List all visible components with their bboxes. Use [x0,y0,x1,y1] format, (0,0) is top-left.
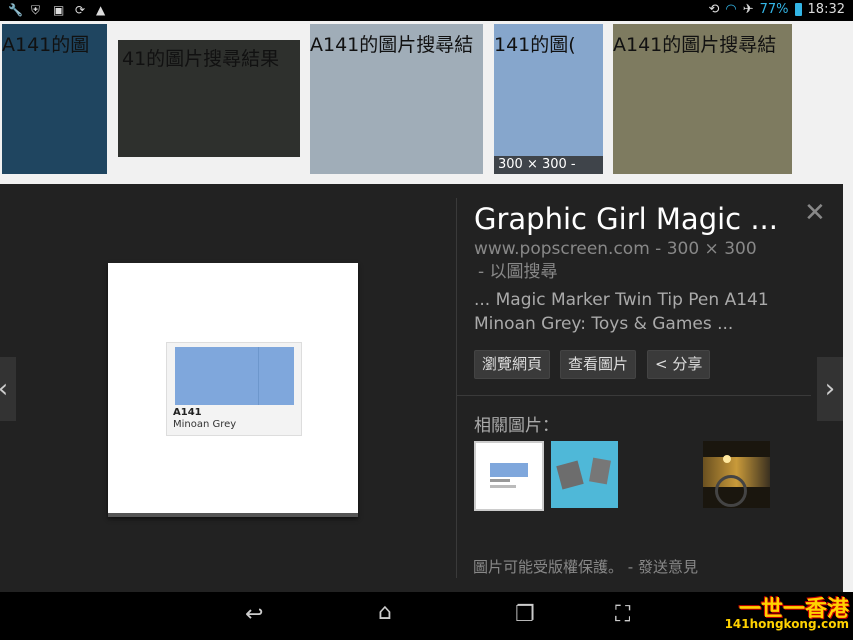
watermark-site: 141hongkong.com [724,617,849,631]
navigation-bar: ↩ ⌂ ❐ ⛶ 一世一香港 141hongkong.com [0,592,853,640]
thumbnail-label: 41的圖片搜尋結果 [122,48,280,70]
recent-apps-icon[interactable]: ❐ [515,602,535,627]
next-arrow-icon[interactable]: › [817,357,843,421]
battery-percent: 77% [759,2,789,17]
view-image-button[interactable]: 查看圖片 [560,350,637,379]
thumbnail-label: 141的圖( [494,34,576,56]
close-icon[interactable]: ✕ [804,198,826,228]
back-icon[interactable]: ↩ [245,602,263,627]
previous-arrow-icon[interactable]: ‹ [0,357,16,421]
image-icon: ▣ [53,3,65,17]
snippet-line: Minoan Grey: Toys & Games ... [474,314,734,334]
clock: 18:32 [807,2,845,17]
image-snippet: ... Magic Marker Twin Tip Pen A141 Minoa… [474,288,804,336]
divider [457,395,811,396]
color-swatch-card: A141 Minoan Grey [166,342,302,436]
shield-icon: ⛨ [31,3,41,17]
airplane-icon: ✈ [742,2,754,17]
rotation-lock-icon: ⟲ [708,2,720,17]
thumbnail-label: A141的圖片搜尋結 [310,34,474,56]
related-images-label: 相關圖片： [474,416,559,436]
home-icon[interactable]: ⌂ [378,600,392,625]
thumbnail-label: A141的圖片搜尋結 [613,34,777,56]
image-results-strip: A141的圖 41的圖片搜尋結果 A141的圖片搜尋結 141的圖( 300 ×… [0,21,853,184]
status-bar: 🔧 ⛨ ▣ ⟳ ▲ ⟲ ◠ ✈ 77% 18:32 [0,0,853,21]
result-thumbnail[interactable]: A141的圖片搜尋結 [613,24,792,174]
divider [456,198,457,578]
source-link[interactable]: www.popscreen.com - 300 × 300 [474,238,804,261]
panel-edge [843,184,853,592]
image-detail-panel: ‹ A141 Minoan Grey Graphic Girl Magic ..… [0,184,843,592]
image-title[interactable]: Graphic Girl Magic ... [474,202,778,236]
image-preview[interactable]: A141 Minoan Grey [108,263,358,517]
snippet-line: ... Magic Marker Twin Tip Pen A141 [474,290,769,310]
copyright-note[interactable]: 圖片可能受版權保護。 - 發送意見 [473,556,698,577]
color-swatch [175,347,294,405]
wifi-icon: ◠ [725,2,737,17]
battery-icon [794,3,802,16]
result-thumbnail[interactable]: A141的圖 [2,24,107,174]
warning-icon: ▲ [96,3,106,17]
swatch-code: A141 [173,407,202,418]
visit-page-button[interactable]: 瀏覽網頁 [474,350,551,379]
swatch-name: Minoan Grey [173,419,237,430]
search-by-image-link[interactable]: - 以圖搜尋 [474,261,804,284]
related-image[interactable] [551,441,618,508]
related-image[interactable] [703,441,770,508]
share-button[interactable]: < 分享 [647,350,711,379]
result-thumbnail[interactable]: 41的圖片搜尋結果 [118,40,300,157]
sync-icon: ⟳ [75,3,86,17]
thumbnail-label: A141的圖 [2,34,90,56]
screenshot-icon[interactable]: ⛶ [615,602,630,627]
related-image-selected[interactable] [474,441,544,511]
image-meta: www.popscreen.com - 300 × 300 - 以圖搜尋 [474,238,804,284]
result-thumbnail[interactable]: A141的圖片搜尋結 [310,24,483,174]
wrench-icon: 🔧 [8,3,23,17]
watermark-logo: 一世一香港 141hongkong.com [723,591,849,637]
thumbnail-dimensions: 300 × 300 - [494,156,603,174]
result-thumbnail-selected[interactable]: 141的圖( 300 × 300 - [494,24,603,174]
